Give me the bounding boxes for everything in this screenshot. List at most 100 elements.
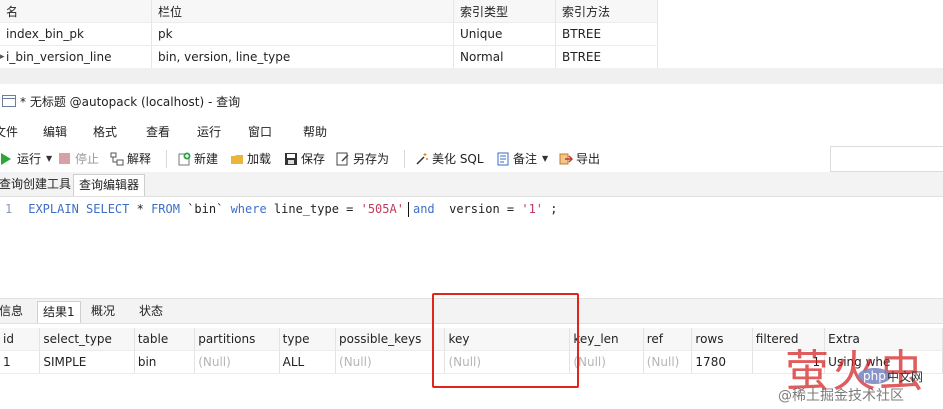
index-table-header: 名 栏位 索引类型 索引方法 (0, 0, 658, 23)
col-id-header[interactable]: id (0, 328, 41, 351)
cell[interactable]: (Null) (643, 350, 693, 374)
menu-format[interactable]: 格式 (93, 123, 117, 140)
col-rows-header[interactable]: rows (691, 328, 753, 351)
save-button[interactable]: 保存 (284, 150, 325, 167)
cell[interactable]: BTREE (555, 45, 658, 69)
menu-run[interactable]: 运行 (197, 123, 221, 140)
load-button[interactable]: 加载 (230, 150, 271, 167)
col-index-method-header[interactable]: 索引方法 (555, 0, 658, 23)
col-ref-header[interactable]: ref (643, 328, 693, 351)
cell[interactable]: SIMPLE (39, 350, 135, 374)
cell[interactable]: Unique (453, 22, 556, 46)
toolbar-separator (404, 150, 405, 168)
editor-tab-bar: 查询创建工具 查询编辑器 (0, 172, 943, 197)
keyword-token: FROM (151, 202, 180, 216)
menu-edit[interactable]: 编辑 (43, 123, 67, 140)
chevron-down-icon[interactable]: ▼ (542, 154, 548, 163)
tab-status[interactable]: 状态 (134, 301, 168, 322)
menu-window[interactable]: 窗口 (248, 123, 272, 140)
cell[interactable]: (Null) (194, 350, 280, 374)
comment-label: 备注 (513, 152, 538, 166)
export-icon (559, 152, 574, 166)
cell[interactable]: BTREE (555, 22, 658, 46)
col-name-header[interactable]: 名 (0, 0, 152, 23)
cell[interactable]: 1780 (691, 350, 753, 374)
col-type-header[interactable]: type (279, 328, 337, 351)
toolbar-search-field[interactable] (830, 146, 943, 172)
string-token: '505A' (360, 202, 404, 216)
new-button[interactable]: 新建 (177, 150, 218, 167)
save-icon (284, 152, 298, 166)
cell[interactable]: 1 (0, 350, 41, 374)
text-token: `bin` (179, 202, 231, 216)
table-row[interactable]: index_bin_pk pk Unique BTREE (0, 22, 658, 46)
col-key-len-header[interactable]: key_len (569, 328, 644, 351)
tab-query-builder[interactable]: 查询创建工具 (0, 174, 76, 195)
window-titlebar: * 无标题 @autopack (localhost) - 查询 (0, 88, 943, 114)
tab-result1[interactable]: 结果1 (37, 301, 81, 323)
col-table-header[interactable]: table (134, 328, 196, 351)
new-label: 新建 (194, 152, 219, 166)
comment-button[interactable]: 备注 ▼ (496, 150, 548, 167)
tab-profile[interactable]: 概况 (86, 301, 120, 322)
chevron-down-icon[interactable]: ▼ (46, 154, 52, 163)
toolbar-separator (166, 150, 167, 168)
new-query-icon (177, 152, 191, 166)
cell[interactable]: ALL (279, 350, 337, 374)
cell[interactable]: Normal (453, 45, 556, 69)
cell[interactable]: (Null) (335, 350, 446, 374)
text-cursor (407, 202, 409, 217)
menu-view[interactable]: 查看 (146, 123, 170, 140)
cell[interactable]: (Null) (569, 350, 644, 374)
col-fields-header[interactable]: 栏位 (151, 0, 454, 23)
stop-button[interactable]: 停止 (58, 150, 99, 167)
cell[interactable]: i_bin_version_line (0, 45, 152, 69)
col-partitions-header[interactable]: partitions (194, 328, 280, 351)
folder-icon (230, 152, 244, 166)
cell[interactable]: index_bin_pk (0, 22, 152, 46)
run-button[interactable]: 运行 ▼ (0, 150, 52, 167)
explain-label: 解释 (127, 152, 152, 166)
explain-icon (110, 152, 124, 166)
export-button[interactable]: 导出 (559, 150, 600, 167)
col-possible-keys-header[interactable]: possible_keys (335, 328, 446, 351)
text-token: * (129, 202, 152, 216)
index-table: 名 栏位 索引类型 索引方法 index_bin_pk pk Unique BT… (0, 0, 658, 69)
toolbar: 运行 ▼ 停止 解释 新建 加载 保存 另存为 美化 SQL 备注 ▼ 导出 (0, 144, 943, 172)
save-label: 保存 (301, 152, 326, 166)
cell[interactable]: bin, version, line_type (151, 45, 454, 69)
beautify-label: 美化 SQL (432, 152, 484, 166)
cell[interactable]: bin (134, 350, 196, 374)
keyword-token: and (412, 202, 435, 216)
row-pointer-icon: ▸ (0, 52, 5, 62)
code-line[interactable]: 1 EXPLAIN SELECT * FROM `bin` where line_… (0, 202, 558, 217)
divider (0, 68, 943, 84)
save-as-button[interactable]: 另存为 (336, 150, 389, 167)
sql-editor[interactable]: 1 EXPLAIN SELECT * FROM `bin` where line_… (0, 197, 943, 297)
keyword-token: where (230, 202, 267, 216)
window-title: * 无标题 @autopack (localhost) - 查询 (20, 94, 241, 109)
keyword-token: EXPLAIN SELECT (28, 202, 130, 216)
col-select-type-header[interactable]: select_type (39, 328, 135, 351)
text-token: line_type = (266, 202, 361, 216)
col-index-type-header[interactable]: 索引类型 (453, 0, 556, 23)
menu-file[interactable]: 文件 (0, 123, 18, 140)
cell[interactable]: pk (151, 22, 454, 46)
watermark-credit: @稀土掘金技术社区 (778, 388, 904, 404)
beautify-sql-button[interactable]: 美化 SQL (415, 150, 484, 167)
magic-wand-icon (415, 152, 429, 166)
play-icon (0, 152, 14, 166)
menu-help[interactable]: 帮助 (303, 123, 327, 140)
run-label: 运行 (17, 152, 42, 166)
stop-label: 停止 (75, 152, 100, 166)
string-token: '1' (521, 202, 544, 216)
watermark-php-logo: php (858, 368, 891, 384)
tab-info[interactable]: 信息 (0, 301, 28, 322)
line-number: 1 (5, 202, 13, 216)
load-label: 加载 (247, 152, 272, 166)
watermark-site: 中文网 (887, 370, 924, 384)
table-row[interactable]: i_bin_version_line bin, version, line_ty… (0, 45, 658, 69)
explain-button[interactable]: 解释 (110, 150, 151, 167)
save-as-icon (336, 152, 350, 166)
tab-query-editor[interactable]: 查询编辑器 (73, 174, 146, 196)
